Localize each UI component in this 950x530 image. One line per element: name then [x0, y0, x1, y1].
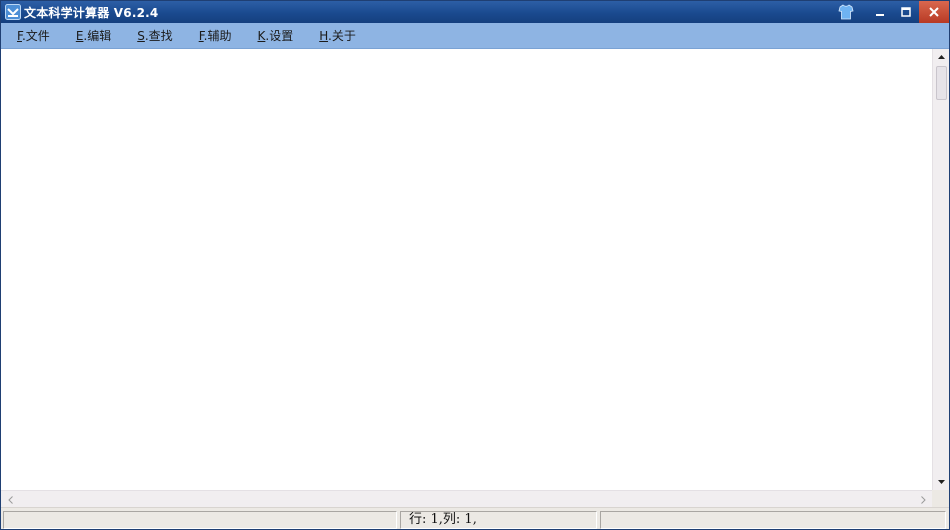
- chevron-right-icon: [920, 495, 926, 504]
- vertical-scroll-thumb[interactable]: [936, 66, 947, 100]
- horizontal-scrollbar[interactable]: [1, 490, 932, 507]
- menu-find[interactable]: S.查找: [135, 25, 174, 46]
- skin-button[interactable]: [835, 2, 857, 22]
- menu-about[interactable]: H.关于: [317, 25, 358, 46]
- menu-file[interactable]: F.文件: [15, 25, 52, 46]
- menu-edit[interactable]: E.编辑: [74, 25, 113, 46]
- menu-settings[interactable]: K.设置: [256, 25, 296, 46]
- close-button[interactable]: [919, 1, 949, 23]
- maximize-button[interactable]: [893, 1, 919, 23]
- scroll-left-button[interactable]: [3, 491, 17, 508]
- menu-bar: F.文件 E.编辑 S.查找 F.辅助 K.设置 H.关于: [1, 23, 949, 49]
- calculator-app-icon: [5, 4, 21, 20]
- minimize-button[interactable]: [867, 1, 893, 23]
- shirt-skin-icon: [838, 4, 854, 20]
- chevron-left-icon: [7, 495, 13, 504]
- scrollbar-corner: [932, 490, 949, 507]
- scroll-right-button[interactable]: [916, 491, 930, 508]
- status-bar: 行: 1,列: 1,: [1, 507, 949, 529]
- scroll-up-button[interactable]: [933, 49, 950, 65]
- window-title: 文本科学计算器 V6.2.4: [24, 5, 159, 20]
- title-controls: [835, 1, 949, 23]
- vertical-scrollbar[interactable]: [932, 49, 949, 490]
- app-window: 文本科学计算器 V6.2.4 F.文件 E.编辑 S.查找 F.辅助 K.设置 …: [0, 0, 950, 530]
- status-panel-left: [3, 511, 397, 529]
- status-panel-right: [600, 511, 946, 529]
- cursor-position: 行: 1,列: 1,: [400, 511, 597, 529]
- arrow-up-icon: [938, 55, 945, 59]
- title-bar[interactable]: 文本科学计算器 V6.2.4: [1, 1, 949, 23]
- minimize-icon: [876, 14, 884, 16]
- arrow-down-icon: [938, 480, 945, 484]
- scroll-down-button[interactable]: [933, 474, 950, 490]
- menu-assist[interactable]: F.辅助: [197, 25, 234, 46]
- text-editor[interactable]: [1, 49, 932, 490]
- maximize-icon: [901, 7, 911, 17]
- close-icon: [929, 7, 939, 17]
